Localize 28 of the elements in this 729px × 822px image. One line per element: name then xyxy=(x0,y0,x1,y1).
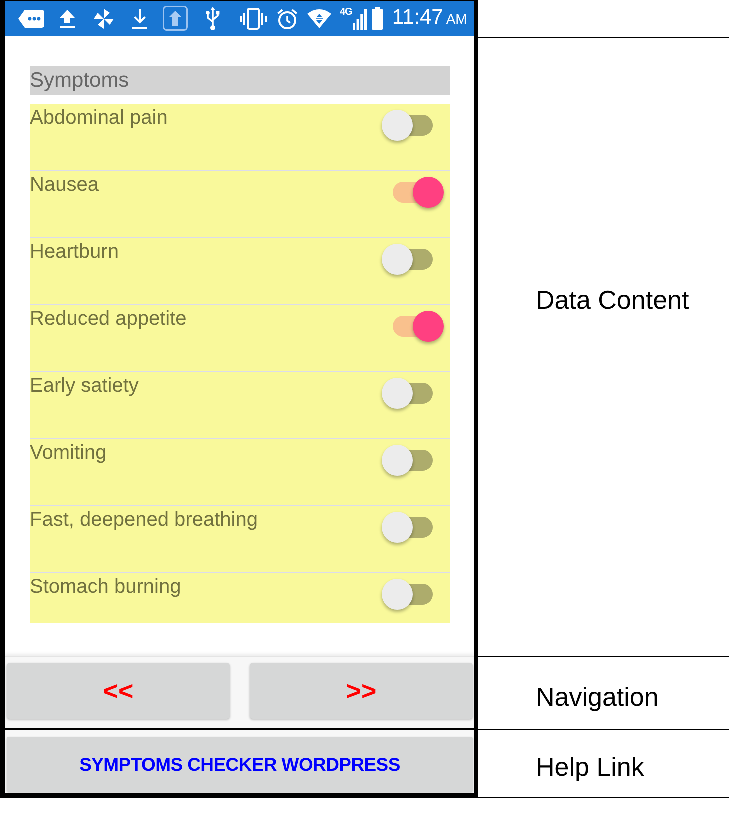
symptom-label: Heartburn xyxy=(30,240,119,264)
symptom-label: Reduced appetite xyxy=(30,307,187,331)
section-header: Symptoms xyxy=(30,66,450,95)
vibrate-icon xyxy=(240,8,267,30)
symptom-label: Nausea xyxy=(30,173,99,197)
symptom-label: Abdominal pain xyxy=(30,106,168,130)
signal-icon xyxy=(353,8,368,30)
chat-bubble-icon xyxy=(18,8,45,28)
symptom-label: Early satiety xyxy=(30,374,139,398)
navigation-button[interactable]: >> xyxy=(250,663,473,719)
symptom-label: Fast, deepened breathing xyxy=(30,508,258,532)
annotation-label: Data Content xyxy=(536,285,690,315)
upload-box-icon xyxy=(163,6,188,31)
pinwheel-icon xyxy=(93,8,115,30)
annotation-label: Help Link xyxy=(536,752,644,782)
download-icon xyxy=(132,8,148,30)
wifi-icon xyxy=(307,8,332,29)
symptom-label: Vomiting xyxy=(30,441,107,465)
usb-icon xyxy=(205,6,221,30)
annotation-label: Navigation xyxy=(536,682,659,712)
network-type-label: 4G xyxy=(340,8,352,18)
upload-icon xyxy=(59,8,76,28)
status-clock: 11:47 AM xyxy=(392,5,468,31)
help-link-button[interactable]: SYMPTOMS CHECKER WORDPRESS xyxy=(7,737,473,792)
battery-icon xyxy=(372,7,384,30)
alarm-icon xyxy=(277,8,298,30)
navigation-button[interactable]: << xyxy=(7,663,230,719)
symptom-label: Stomach burning xyxy=(30,575,182,599)
